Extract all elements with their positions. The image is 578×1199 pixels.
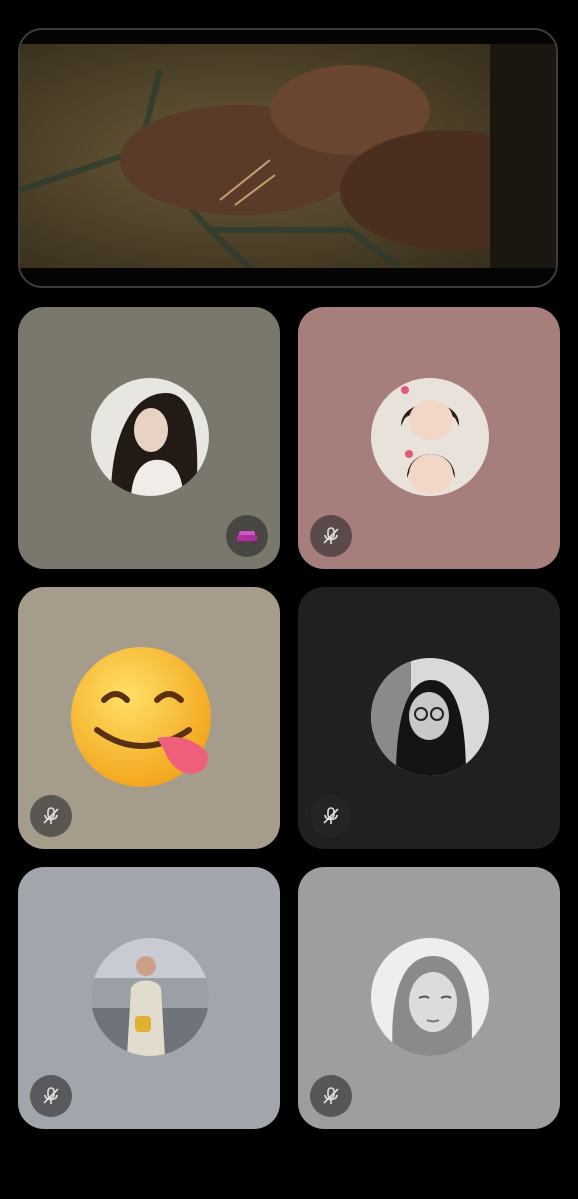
participant-tile[interactable]: [18, 307, 280, 569]
mic-off-icon: [43, 1087, 59, 1104]
mic-off-button[interactable]: [310, 1075, 352, 1117]
mic-off-icon: [323, 1087, 339, 1104]
participant-tile[interactable]: [298, 307, 560, 569]
sofa-emoji-badge: [226, 515, 268, 557]
participant-avatar: [371, 658, 489, 776]
mic-off-button[interactable]: [30, 1075, 72, 1117]
participant-avatar: [91, 938, 209, 1056]
main-video-feed[interactable]: [18, 28, 558, 288]
participant-avatar: [371, 378, 489, 496]
mic-off-icon: [323, 807, 339, 824]
mic-off-icon: [43, 807, 59, 824]
participant-tile[interactable]: [298, 587, 560, 849]
yum-face-emoji: [69, 642, 219, 792]
mic-off-button[interactable]: [310, 515, 352, 557]
mic-off-button[interactable]: [310, 795, 352, 837]
participant-avatar: [371, 938, 489, 1056]
participant-tile[interactable]: [298, 867, 560, 1129]
mic-off-button[interactable]: [30, 795, 72, 837]
participant-avatar: [91, 378, 209, 496]
video-frame-image: [20, 30, 556, 286]
mic-off-icon: [323, 527, 339, 544]
participant-tile[interactable]: [18, 867, 280, 1129]
participant-tile[interactable]: [18, 587, 280, 849]
